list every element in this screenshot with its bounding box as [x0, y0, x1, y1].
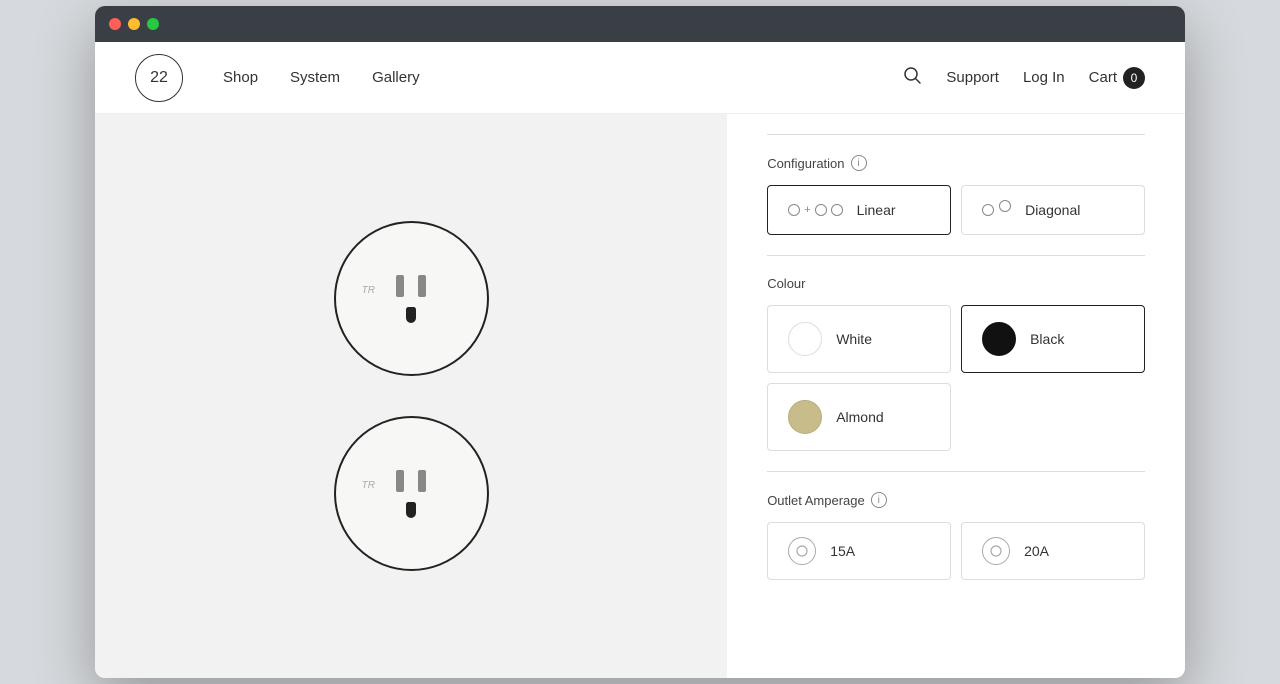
amperage-divider [767, 471, 1145, 472]
search-icon[interactable] [902, 65, 922, 90]
configuration-options: + Linear Diagonal [767, 185, 1145, 235]
nav-support[interactable]: Support [946, 69, 999, 86]
slot-left-1 [396, 275, 404, 297]
browser-window: 22 Shop System Gallery Support Log In [95, 6, 1185, 678]
colour-option-white[interactable]: White [767, 305, 951, 373]
amp-15a-icon [788, 537, 816, 565]
cart-count-badge: 0 [1123, 67, 1145, 89]
outlet-image-2: TR [334, 416, 489, 571]
colour-divider [767, 255, 1145, 256]
amp-20a-label: 20A [1024, 543, 1049, 559]
outlet-image-1: TR [334, 221, 489, 376]
amperage-info-icon[interactable]: i [871, 492, 887, 508]
minimize-button[interactable] [128, 18, 140, 30]
product-image-panel: TR TR [95, 114, 727, 678]
config-info-icon[interactable]: i [851, 155, 867, 171]
outlet-tr-label-1: TR [362, 285, 375, 296]
config-option-diagonal[interactable]: Diagonal [961, 185, 1145, 235]
colour-section-label: Colour [767, 276, 1145, 291]
nav-gallery[interactable]: Gallery [372, 69, 420, 86]
close-button[interactable] [109, 18, 121, 30]
white-swatch [788, 322, 822, 356]
logo[interactable]: 22 [135, 54, 183, 102]
amperage-options: 15A 20A [767, 522, 1145, 580]
outlet-slots-1 [396, 275, 426, 297]
config-option-linear[interactable]: + Linear [767, 185, 951, 235]
slot-left-2 [396, 470, 404, 492]
colour-options: White Black Almond [767, 305, 1145, 451]
navigation: 22 Shop System Gallery Support Log In [95, 42, 1185, 114]
linear-label: Linear [857, 202, 896, 218]
nav-system[interactable]: System [290, 69, 340, 86]
slot-right-1 [418, 275, 426, 297]
amperage-option-15a[interactable]: 15A [767, 522, 951, 580]
linear-icon: + [788, 204, 842, 216]
diagonal-icon [982, 204, 1011, 216]
outlet-slots-2 [396, 470, 426, 492]
black-swatch [982, 322, 1016, 356]
colour-option-almond[interactable]: Almond [767, 383, 951, 451]
amperage-option-20a[interactable]: 20A [961, 522, 1145, 580]
almond-swatch [788, 400, 822, 434]
almond-label: Almond [836, 409, 883, 425]
main-content: TR TR [95, 114, 1185, 678]
slot-right-2 [418, 470, 426, 492]
black-label: Black [1030, 331, 1064, 347]
colour-option-black[interactable]: Black [961, 305, 1145, 373]
config-section-label: Configuration i [767, 155, 1145, 171]
amp-20a-icon [982, 537, 1010, 565]
nav-shop[interactable]: Shop [223, 69, 258, 86]
product-options-panel: Configuration i + Linear [727, 114, 1185, 678]
cart-button[interactable]: Cart 0 [1089, 67, 1145, 89]
browser-chrome [95, 6, 1185, 42]
white-label: White [836, 331, 872, 347]
nav-right: Support Log In Cart 0 [902, 65, 1145, 90]
nav-links: Shop System Gallery [223, 69, 420, 86]
page: 22 Shop System Gallery Support Log In [95, 42, 1185, 678]
nav-login[interactable]: Log In [1023, 69, 1065, 86]
slot-ground-2 [406, 502, 416, 518]
slot-ground-1 [406, 307, 416, 323]
amperage-section-label: Outlet Amperage i [767, 492, 1145, 508]
outlet-tr-label-2: TR [362, 480, 375, 491]
config-divider [767, 134, 1145, 135]
maximize-button[interactable] [147, 18, 159, 30]
diagonal-label: Diagonal [1025, 202, 1080, 218]
amp-15a-label: 15A [830, 543, 855, 559]
